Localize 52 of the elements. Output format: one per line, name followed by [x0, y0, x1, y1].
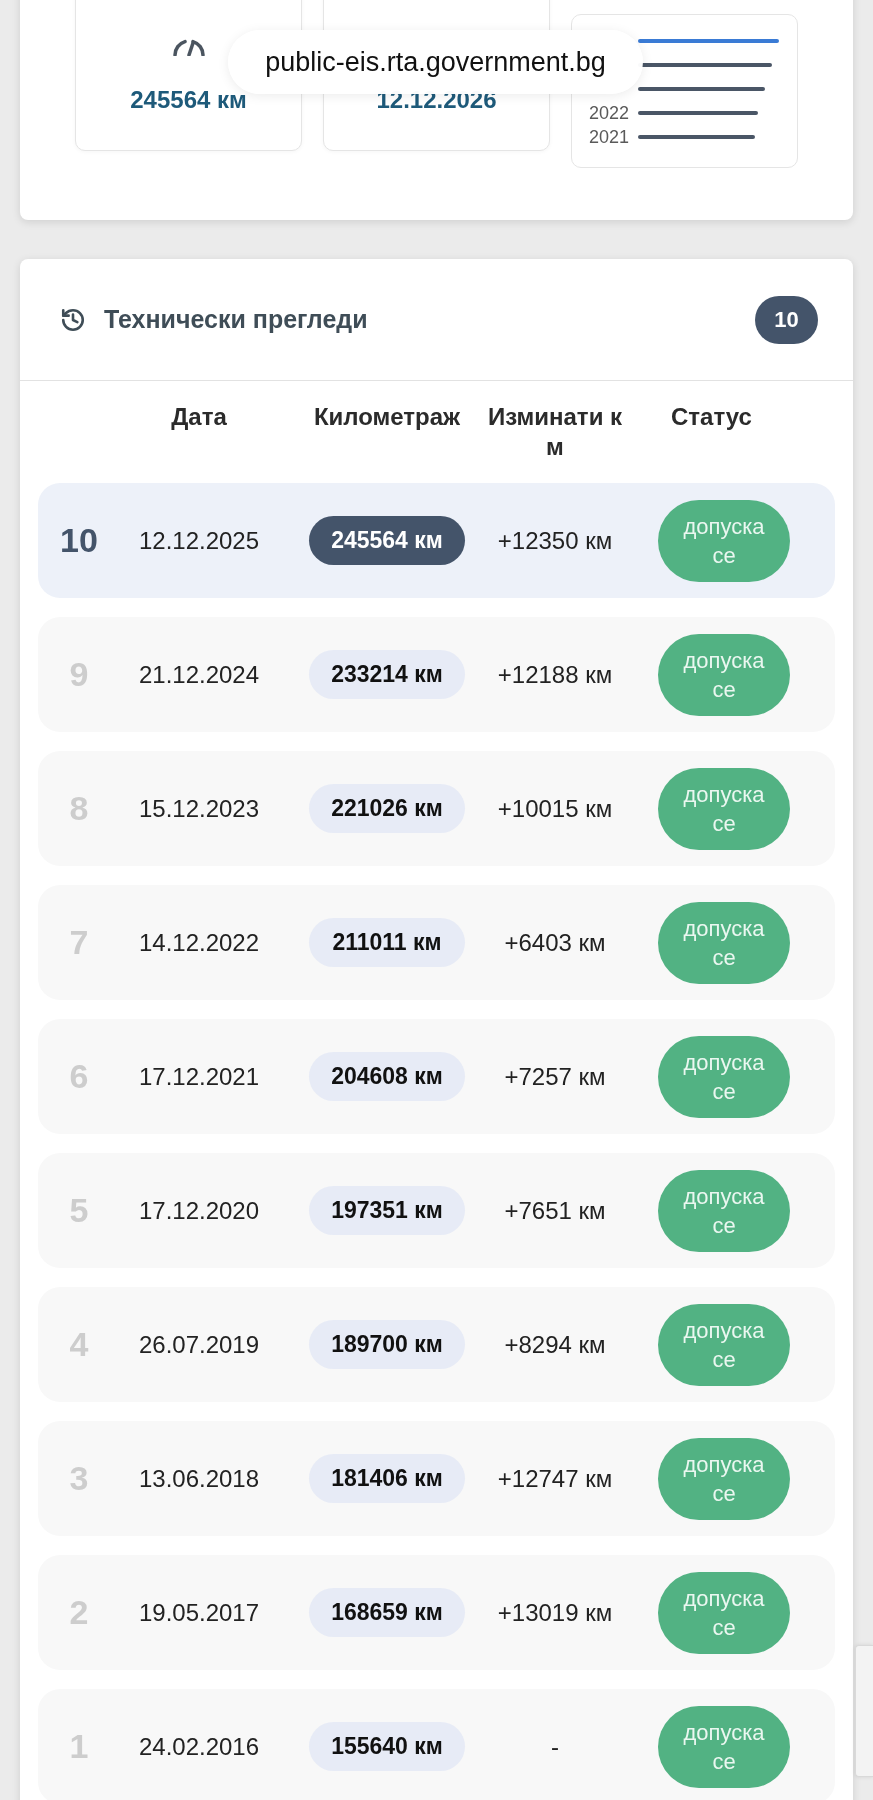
column-header: Статус: [671, 402, 752, 432]
distance-driven: +10015 км: [497, 794, 613, 823]
distance-driven: +6403 км: [504, 928, 606, 957]
column-header: Изминати км: [486, 402, 624, 462]
mileage-tag: 155640 км: [309, 1722, 465, 1771]
column-header: Дата: [171, 402, 227, 432]
year-label: 2022: [589, 103, 631, 123]
distance-driven: +8294 км: [504, 1330, 606, 1359]
inspection-date: 13.06.2018: [138, 1464, 260, 1493]
inspection-date: 24.02.2016: [138, 1732, 260, 1761]
inspection-date: 15.12.2023: [138, 794, 260, 823]
inspection-date: 21.12.2024: [138, 660, 260, 689]
column-header: Километраж: [313, 402, 461, 432]
distance-driven: +7257 км: [504, 1062, 606, 1091]
inspection-row[interactable]: 10 12.12.2025 245564 км +12350 км допуска се: [38, 483, 835, 598]
history-icon: [60, 306, 86, 333]
status-tag: допуска се: [658, 1035, 790, 1118]
status-tag: допуска се: [658, 1303, 790, 1386]
mileage-tag: 245564 км: [309, 516, 465, 565]
inspection-date: 19.05.2017: [138, 1598, 260, 1627]
count-badge: 10: [755, 295, 818, 344]
status-tag: допуска се: [658, 1705, 790, 1788]
mileage-tag: 233214 км: [309, 650, 465, 699]
mileage-tag: 211011 км: [309, 918, 465, 967]
inspection-date: 17.12.2020: [138, 1196, 260, 1225]
status-tag: допуска се: [658, 633, 790, 716]
mileage-tag: 181406 км: [309, 1454, 465, 1503]
status-tag: допуска се: [658, 901, 790, 984]
mileage-tag: 197351 км: [309, 1186, 465, 1235]
mileage-tag: 189700 км: [309, 1320, 465, 1369]
distance-driven: -: [551, 1732, 559, 1761]
distance-driven: +13019 км: [497, 1598, 613, 1627]
distance-driven: +7651 км: [504, 1196, 606, 1225]
mileage-tag: 204608 км: [309, 1052, 465, 1101]
distance-driven: +12350 км: [497, 526, 613, 555]
mileage-tag: 221026 км: [309, 784, 465, 833]
section-title: Технически прегледи: [104, 305, 368, 334]
year-label: 2021: [589, 127, 631, 147]
status-tag: допуска се: [658, 1169, 790, 1252]
mileage-tag: 168659 км: [309, 1588, 465, 1637]
inspection-date: 26.07.2019: [138, 1330, 260, 1359]
inspection-date: 17.12.2021: [138, 1062, 260, 1091]
status-tag: допуска се: [658, 499, 790, 582]
distance-driven: +12747 км: [497, 1464, 613, 1493]
row-number: 10: [60, 521, 98, 560]
status-tag: допуска се: [658, 1437, 790, 1520]
status-tag: допуска се: [658, 1571, 790, 1654]
distance-driven: +12188 км: [497, 660, 613, 689]
url-bar[interactable]: public-eis.rta.government.bg: [228, 30, 643, 94]
inspection-date: 14.12.2022: [138, 928, 260, 957]
status-tag: допуска се: [658, 767, 790, 850]
inspection-date: 12.12.2025: [138, 526, 260, 555]
